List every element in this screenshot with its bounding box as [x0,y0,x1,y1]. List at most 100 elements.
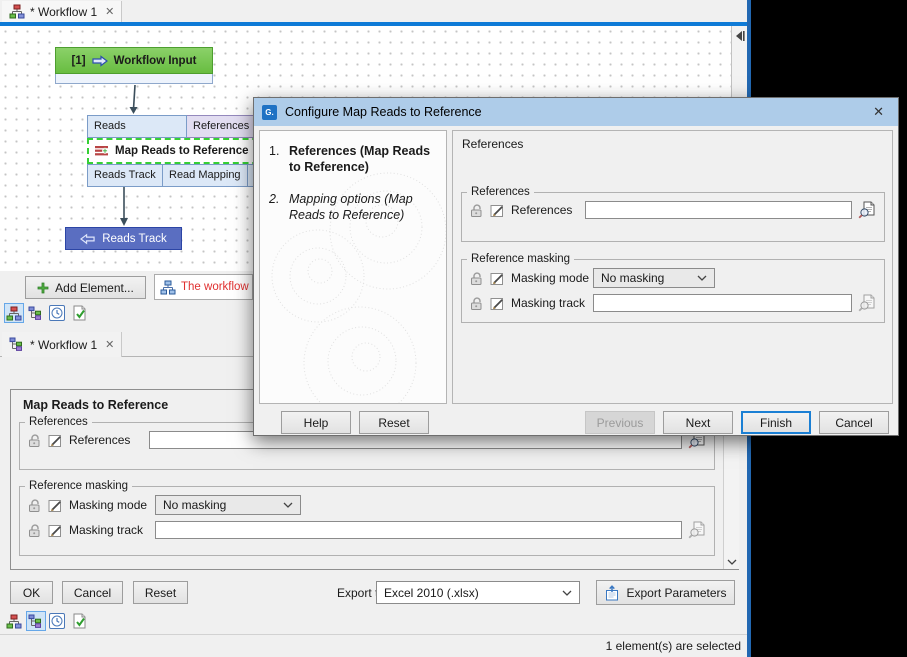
status-bar: 1 element(s) are selected [0,634,747,657]
masking-mode-label: Masking mode [69,498,149,512]
chevron-down-icon [283,502,293,508]
references-field-label: References [511,203,573,217]
node-track-label: Reads Track [102,233,167,245]
masking-track-input[interactable] [593,294,852,312]
finish-button[interactable]: Finish [741,411,811,434]
step-number: 1. [269,144,282,175]
view-toolbar-lower [0,611,200,633]
validation-text: The workflow [181,281,249,293]
dialog-reset-button[interactable]: Reset [359,411,429,434]
node-input-label: Workflow Input [114,55,197,67]
wizard-step-2[interactable]: 2. Mapping options (Map Reads to Referen… [269,192,437,223]
check-document-icon [71,613,87,629]
export-format-select[interactable]: Excel 2010 (.xlsx) [376,581,580,604]
references-input[interactable] [585,201,852,219]
masking-mode-select[interactable]: No masking [155,495,301,515]
view-history-button[interactable] [47,611,67,631]
lock-icon[interactable] [470,271,484,286]
browse-icon-disabled [688,521,706,539]
edit-pencil-icon[interactable] [48,433,63,448]
arrow-left-icon [80,233,95,245]
add-element-label: Add Element... [55,281,134,295]
reference-masking-group: Reference masking Masking mode No maskin… [461,253,885,323]
ok-label: OK [23,586,40,600]
masking-mode-value: No masking [601,271,664,285]
tab-close-icon[interactable]: ✕ [105,5,114,18]
view-list-button[interactable] [26,303,46,323]
dialog-titlebar[interactable]: G. Configure Map Reads to Reference ✕ [254,98,898,126]
edit-pencil-icon[interactable] [490,296,505,311]
ok-button[interactable]: OK [10,581,53,604]
node-map-reads-body[interactable]: Map Reads to Reference [87,138,268,164]
scroll-down-icon[interactable] [727,559,737,565]
workflow-blue-icon [160,280,176,295]
output-port-read-mapping[interactable]: Read Mapping [163,164,248,187]
reset-label: Reset [145,586,176,600]
lock-icon[interactable] [470,203,484,218]
top-tabbar: * Workflow 1 ✕ [0,0,747,22]
map-reads-icon [94,145,110,158]
masking-mode-select[interactable]: No masking [593,268,715,288]
edit-pencil-icon[interactable] [490,203,505,218]
wizard-step-1[interactable]: 1. References (Map Reads to Reference) [269,144,437,175]
help-button[interactable]: Help [281,411,351,434]
workflow-icon [6,306,22,321]
workflow-validation-message[interactable]: The workflow [154,274,253,300]
node-input-output-port[interactable] [55,74,213,84]
references-group: References References [461,186,885,242]
masking-legend: Reference masking [467,253,574,265]
step-label: Mapping options (Map Reads to Reference) [289,192,437,223]
browse-icon[interactable] [858,201,876,219]
cancel-label: Cancel [835,416,872,430]
lock-icon[interactable] [470,296,484,311]
view-validate-button[interactable] [69,611,89,631]
view-history-button[interactable] [47,303,67,323]
tab-close-icon[interactable]: ✕ [105,338,114,351]
edit-pencil-icon[interactable] [48,498,63,513]
help-label: Help [304,416,329,430]
next-button[interactable]: Next [663,411,733,434]
node-map-reads[interactable]: Reads References Map Reads to Reference … [87,115,268,187]
output-port-reads-track[interactable]: Reads Track [87,164,163,187]
reset-button[interactable]: Reset [133,581,188,604]
wizard-steps-panel: 1. References (Map Reads to Reference) 2… [259,130,447,404]
lock-icon[interactable] [28,498,42,513]
check-document-icon [71,305,87,321]
edit-pencil-icon[interactable] [48,523,63,538]
collapse-left-icon [735,30,745,42]
tab-label: * Workflow 1 [30,5,97,19]
view-workflow-button[interactable] [4,611,24,631]
view-list-button[interactable] [26,611,46,631]
configure-dialog: G. Configure Map Reads to Reference ✕ 1.… [253,97,899,436]
step-number: 2. [269,192,282,223]
dialog-cancel-button[interactable]: Cancel [819,411,889,434]
wizard-content-panel: References References References Referen… [452,130,893,404]
export-parameters-button[interactable]: Export Parameters [596,580,735,605]
reset-label: Reset [378,416,409,430]
view-validate-button[interactable] [69,303,89,323]
masking-track-input[interactable] [155,521,682,539]
tab-workflow-parameters[interactable]: * Workflow 1 ✕ [2,332,122,357]
masking-mode-label: Masking mode [511,271,587,285]
tab-workflow-editor[interactable]: * Workflow 1 ✕ [2,1,122,22]
plus-icon [37,282,49,294]
list-view-icon [9,337,25,352]
node-workflow-input[interactable]: [1] Workflow Input [55,47,213,84]
lock-icon[interactable] [28,433,42,448]
add-element-button[interactable]: Add Element... [25,276,146,299]
node-map-label: Map Reads to Reference [115,145,249,157]
browse-icon-disabled [858,294,876,312]
edit-pencil-icon[interactable] [490,271,505,286]
input-port-reads[interactable]: Reads [87,115,187,138]
masking-track-label: Masking track [69,523,149,537]
editor-title: Map Reads to Reference [23,398,168,412]
node-reads-track-output[interactable]: Reads Track [65,227,182,250]
previous-label: Previous [597,416,644,430]
dialog-close-icon[interactable]: ✕ [867,104,890,120]
view-workflow-button[interactable] [4,303,24,323]
finish-label: Finish [760,416,792,430]
cancel-button[interactable]: Cancel [62,581,123,604]
workflow-icon [6,614,22,629]
lock-icon[interactable] [28,523,42,538]
export-parameters-label: Export Parameters [626,586,726,600]
